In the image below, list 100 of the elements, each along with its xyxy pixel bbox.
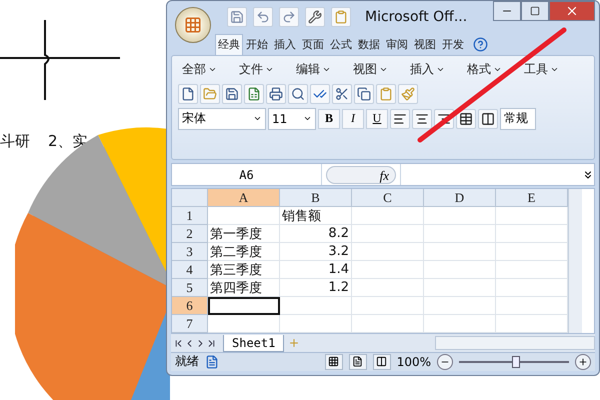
help-icon[interactable]	[473, 36, 488, 52]
table-cell[interactable]	[424, 261, 496, 280]
printer-button[interactable]	[266, 84, 286, 104]
row-header[interactable]: 2	[172, 225, 208, 244]
row-header[interactable]: 1	[172, 207, 208, 226]
spellcheck-button[interactable]	[310, 84, 330, 104]
row-header[interactable]: 4	[172, 261, 208, 280]
table-cell[interactable]	[424, 225, 496, 244]
bold-button[interactable]: B	[318, 108, 340, 129]
table-cell[interactable]	[496, 279, 568, 298]
column-header[interactable]: D	[424, 189, 496, 208]
spreadsheet-button[interactable]	[244, 84, 264, 104]
row-header[interactable]: 7	[172, 315, 208, 334]
row-header[interactable]: 3	[172, 243, 208, 262]
table-cell[interactable]	[496, 243, 568, 262]
merge-cells-button[interactable]	[456, 108, 476, 129]
fx-button[interactable]: fx	[326, 166, 396, 184]
table-cell[interactable]	[280, 297, 352, 316]
table-cell[interactable]	[352, 297, 424, 316]
row-header[interactable]: 5	[172, 279, 208, 298]
tools-button[interactable]	[305, 7, 325, 28]
table-cell[interactable]	[424, 207, 496, 226]
expand-icon[interactable]	[582, 168, 594, 181]
save-button[interactable]	[227, 7, 247, 28]
table-cell[interactable]: 第三季度	[208, 261, 280, 280]
zoom-slider-thumb[interactable]	[512, 356, 520, 368]
font-size-field[interactable]: 11	[268, 108, 316, 130]
ribbon-tab[interactable]: 页面	[299, 34, 327, 55]
menu-item[interactable]: 文件	[235, 61, 292, 78]
table-cell[interactable]: 第四季度	[208, 279, 280, 298]
column-header[interactable]: B	[280, 189, 352, 208]
table-cell[interactable]	[496, 261, 568, 280]
table-cell[interactable]	[352, 225, 424, 244]
save-button[interactable]	[222, 84, 242, 104]
table-cell[interactable]: 销售额	[280, 207, 352, 226]
table-cell[interactable]: 1.4	[280, 261, 352, 280]
table-cell[interactable]	[280, 315, 352, 334]
paintbrush-button[interactable]	[398, 84, 418, 104]
menu-item[interactable]: 全部	[178, 61, 235, 78]
table-cell[interactable]	[424, 243, 496, 262]
maximize-button[interactable]	[521, 1, 549, 21]
table-cell[interactable]	[352, 243, 424, 262]
table-cell[interactable]	[496, 315, 568, 334]
underline-button[interactable]: U	[366, 108, 388, 129]
office-button[interactable]	[175, 7, 211, 43]
ribbon-tab[interactable]: 经典	[215, 34, 243, 55]
copy-button[interactable]	[354, 84, 374, 104]
zoom-in-button[interactable]	[575, 354, 591, 370]
table-cell[interactable]	[424, 297, 496, 316]
ribbon-tab[interactable]: 插入	[271, 34, 299, 55]
wrap-text-button[interactable]	[478, 108, 498, 129]
menu-item[interactable]: 工具	[520, 61, 577, 78]
close-button[interactable]	[549, 1, 595, 21]
menu-item[interactable]: 视图	[349, 61, 406, 78]
table-cell[interactable]	[352, 279, 424, 298]
table-cell[interactable]	[208, 315, 280, 334]
table-cell[interactable]	[496, 225, 568, 244]
ribbon-tab[interactable]: 审阅	[383, 34, 411, 55]
column-header[interactable]: E	[496, 189, 568, 208]
menu-item[interactable]: 插入	[406, 61, 463, 78]
first-sheet-icon[interactable]	[173, 338, 184, 349]
table-cell[interactable]	[424, 315, 496, 334]
column-header[interactable]: C	[352, 189, 424, 208]
column-header[interactable]: A	[208, 189, 280, 208]
ribbon-tab[interactable]: 数据	[355, 34, 383, 55]
scissors-button[interactable]	[332, 84, 352, 104]
search-button[interactable]	[288, 84, 308, 104]
align-left-button[interactable]	[390, 108, 410, 129]
italic-button[interactable]: I	[342, 108, 364, 129]
macro-record-icon[interactable]	[205, 354, 219, 369]
table-cell[interactable]	[352, 261, 424, 280]
last-sheet-icon[interactable]	[206, 338, 217, 349]
redo-button[interactable]	[279, 7, 299, 28]
ribbon-tab[interactable]: 公式	[327, 34, 355, 55]
align-center-button[interactable]	[412, 108, 432, 129]
table-cell[interactable]: 3.2	[280, 243, 352, 262]
horizontal-scrollbar[interactable]	[435, 336, 595, 350]
undo-button[interactable]	[253, 7, 273, 28]
zoom-out-button[interactable]	[437, 354, 453, 370]
table-cell[interactable]	[208, 207, 280, 226]
clipboard-button[interactable]	[331, 7, 351, 28]
font-field[interactable]: 宋体	[178, 108, 266, 130]
table-cell[interactable]	[496, 297, 568, 316]
ribbon-tab[interactable]: 开始	[243, 34, 271, 55]
sheet-tab[interactable]: Sheet1	[223, 334, 284, 352]
table-cell[interactable]: 第二季度	[208, 243, 280, 262]
menu-item[interactable]: 格式	[463, 61, 520, 78]
name-box[interactable]: A6	[172, 164, 322, 186]
document-button[interactable]	[178, 84, 198, 104]
page-break-button[interactable]	[372, 354, 391, 370]
table-cell[interactable]	[352, 315, 424, 334]
normal-view-button[interactable]	[324, 354, 343, 370]
table-cell[interactable]	[352, 207, 424, 226]
ribbon-tab[interactable]: 视图	[411, 34, 439, 55]
new-sheet-icon[interactable]	[288, 337, 300, 350]
menu-item[interactable]: 编辑	[292, 61, 349, 78]
table-cell[interactable]: 1.2	[280, 279, 352, 298]
table-cell[interactable]	[208, 297, 280, 316]
row-header[interactable]: 6	[172, 297, 208, 316]
table-cell[interactable]: 8.2	[280, 225, 352, 244]
